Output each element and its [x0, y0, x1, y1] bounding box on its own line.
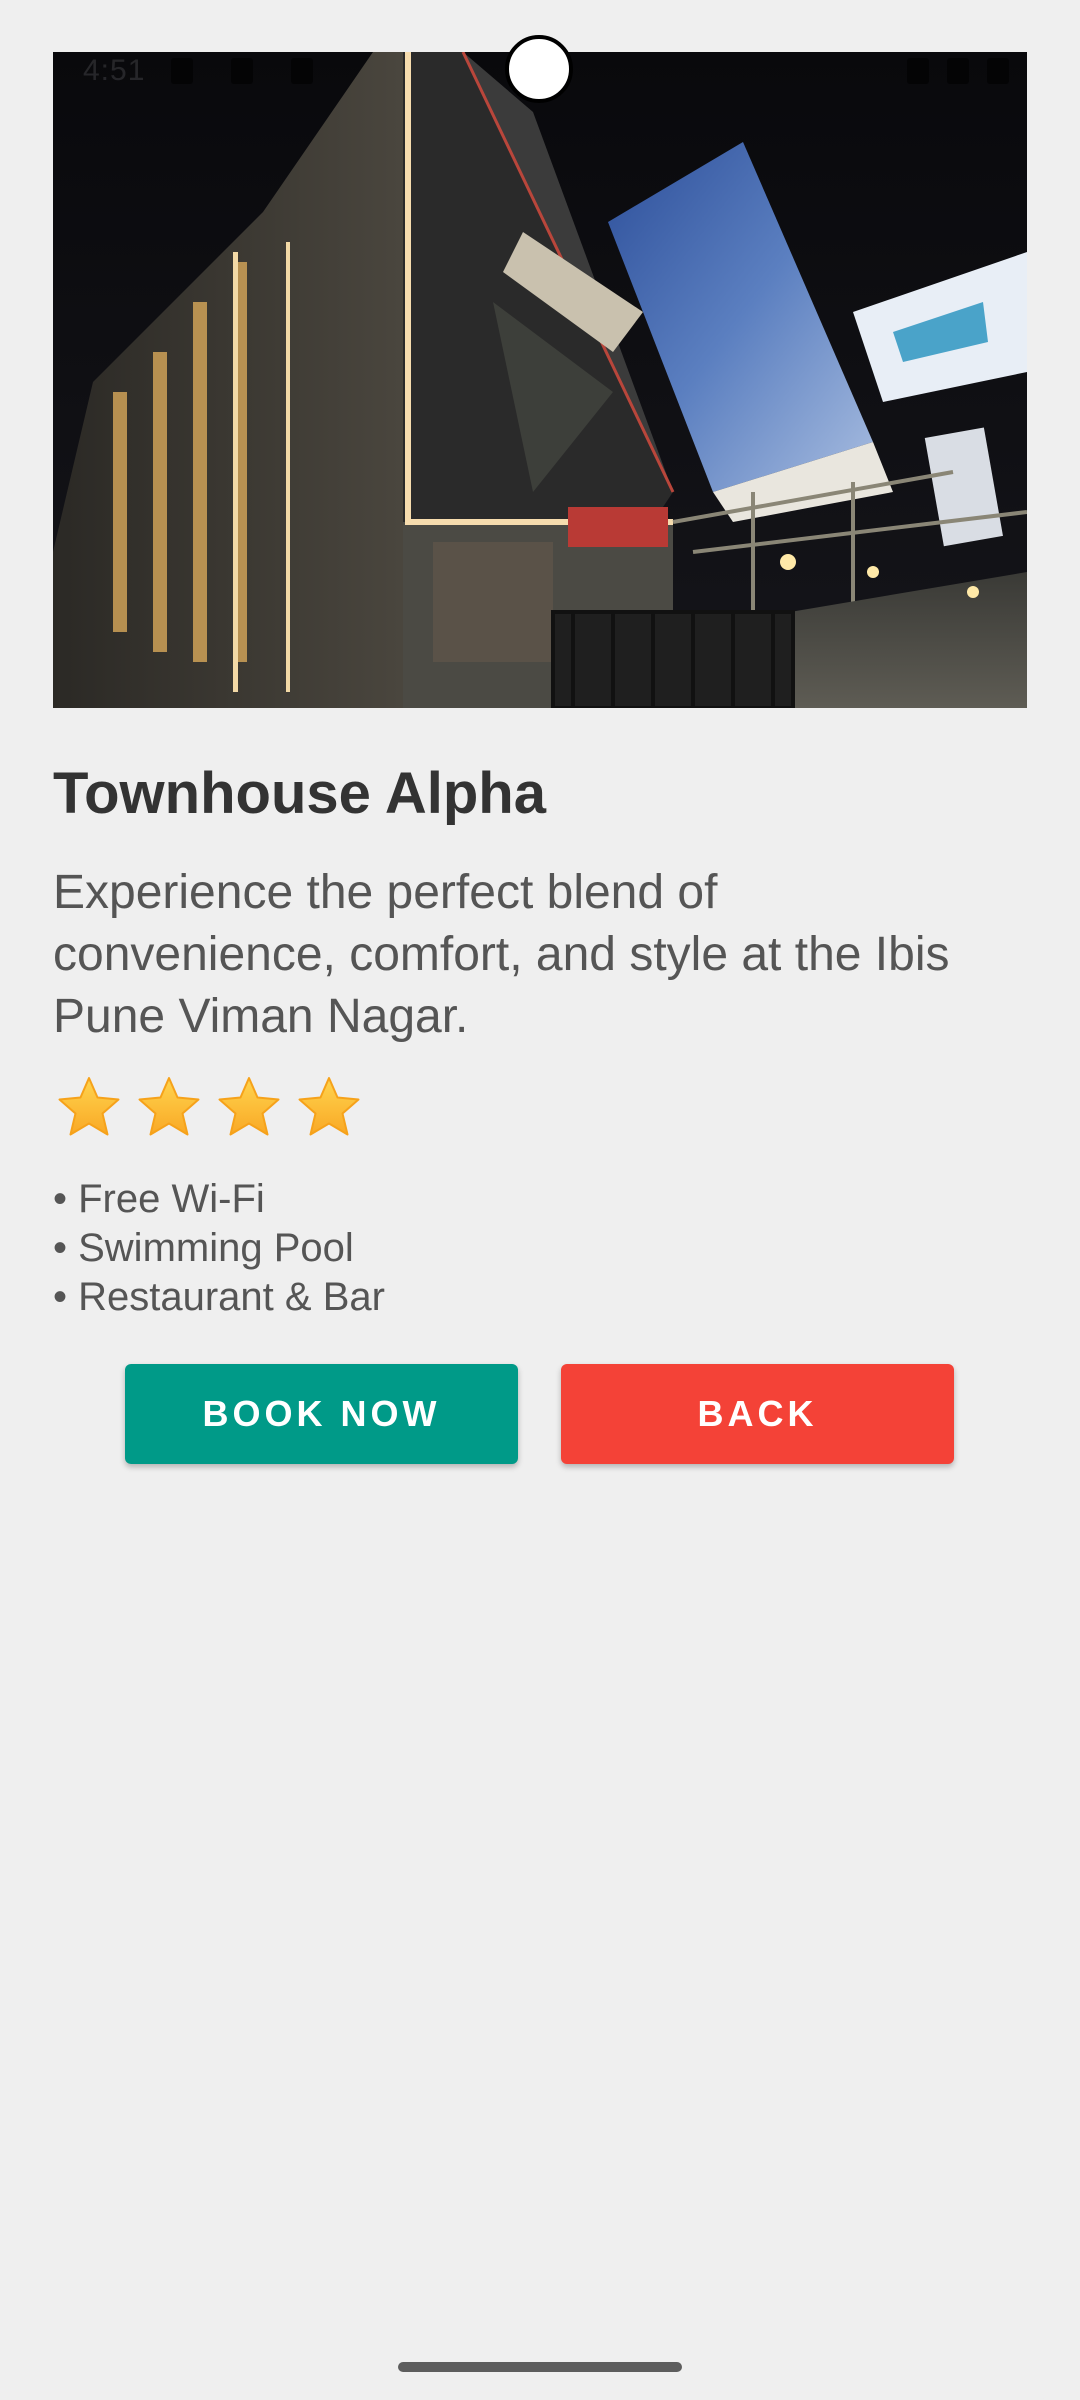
amenity-item: • Swimming Pool [53, 1226, 354, 1270]
sim-card-icon [171, 58, 193, 84]
camera-cutout [505, 35, 573, 103]
star-icon [58, 1077, 120, 1136]
amenity-item: • Free Wi-Fi [53, 1177, 265, 1221]
dnd-icon [291, 58, 313, 84]
hotel-image [53, 52, 1027, 708]
hotel-description: Experience the perfect blend of convenie… [53, 866, 950, 1043]
amenity-item: • Restaurant & Bar [53, 1275, 385, 1319]
notification-icon [231, 58, 253, 84]
home-indicator[interactable] [398, 2362, 682, 2372]
star-icon [138, 1077, 200, 1136]
star-icon [218, 1077, 280, 1136]
hotel-name: Townhouse Alpha [53, 761, 546, 826]
amenities-list: • Free Wi-Fi • Swimming Pool • Restauran… [53, 1175, 385, 1322]
book-now-button[interactable]: BOOK NOW [125, 1364, 518, 1464]
wifi-icon [907, 58, 929, 84]
status-time: 4:51 [83, 54, 146, 87]
signal-icon [947, 58, 969, 84]
app-screen: 4:51 Townhouse Alpha Experience the perf… [0, 0, 1080, 2400]
star-icon [298, 1077, 360, 1136]
back-button[interactable]: BACK [561, 1364, 954, 1464]
battery-icon [987, 58, 1009, 84]
star-rating [55, 1074, 363, 1142]
